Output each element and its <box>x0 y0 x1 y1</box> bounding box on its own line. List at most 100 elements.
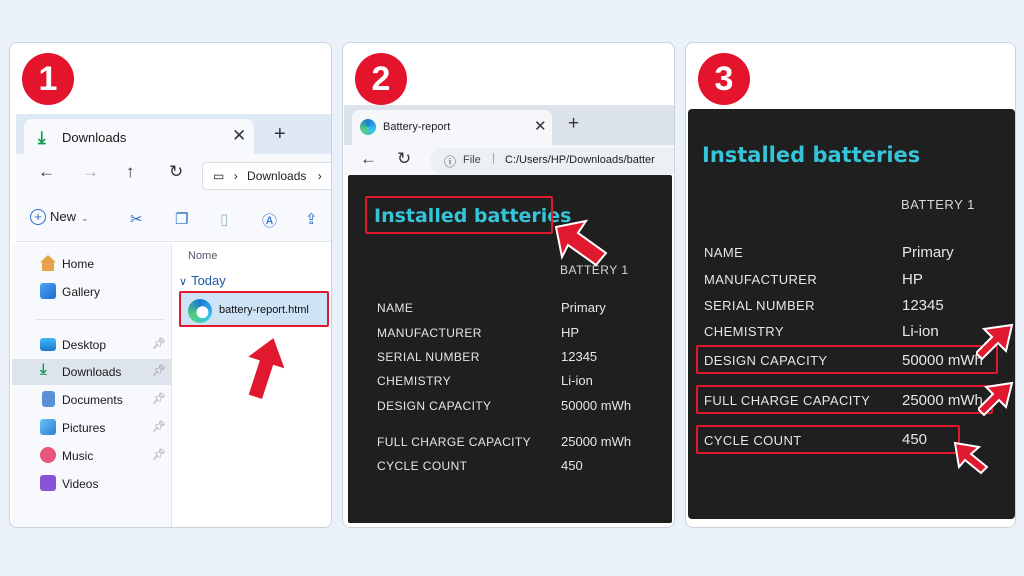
explorer-tab-bar: ⤓ Downloads ✕ + <box>16 114 331 154</box>
file-row-battery-report[interactable]: battery-report.html <box>179 291 329 327</box>
share-icon[interactable]: ⇪ <box>305 210 318 228</box>
sidebar-item-documents[interactable]: Documents 📌︎ <box>12 387 172 413</box>
new-label: New <box>50 209 77 224</box>
row-value-manufacturer: HP <box>561 325 580 340</box>
highlight-box <box>365 196 553 234</box>
sidebar-item-desktop[interactable]: Desktop 📌︎ <box>12 332 172 358</box>
sidebar-item-label: Videos <box>62 477 99 491</box>
edge-icon <box>188 299 212 323</box>
row-value-cycle-count: 450 <box>561 458 583 473</box>
chevron-down-icon: ⌄ <box>81 213 89 223</box>
rename-icon[interactable]: Ⓐ <box>262 210 277 231</box>
explorer-nav-bar: ← → ↑ ↻ ▭ › Downloads › <box>16 154 331 198</box>
pointer-arrow-icon <box>978 381 1014 417</box>
explorer-tab-downloads[interactable]: ⤓ Downloads ✕ <box>24 119 254 154</box>
step-badge-3: 3 <box>698 53 750 105</box>
info-icon: ⓘ <box>444 155 457 169</box>
row-label-manufacturer: MANUFACTURER <box>704 272 818 287</box>
sidebar-item-label: Gallery <box>62 285 101 299</box>
pin-icon[interactable]: 📌︎ <box>152 392 166 405</box>
back-arrow-icon[interactable]: ← <box>360 149 377 169</box>
browser-tab-bar: Battery-report ✕ + <box>344 105 674 145</box>
row-value-manufacturer: HP <box>902 271 923 288</box>
row-label-chemistry: CHEMISTRY <box>377 374 452 388</box>
paste-icon[interactable]: ▯ <box>220 210 228 228</box>
row-value-chemistry: Li-ion <box>561 373 593 388</box>
step-badge-1: 1 <box>22 53 74 105</box>
browser-nav-bar: ← ↻ ⓘ File | C:/Users/HP/Downloads/batte… <box>344 145 674 175</box>
row-label-name: NAME <box>377 301 414 315</box>
battery-column-header: BATTERY 1 <box>901 197 975 212</box>
close-icon[interactable]: ✕ <box>534 117 547 135</box>
pictures-icon <box>40 419 56 435</box>
forward-arrow-icon[interactable]: → <box>82 162 99 182</box>
sidebar-item-music[interactable]: Music 📌︎ <box>12 443 172 469</box>
monitor-icon: ▭ <box>213 169 225 183</box>
pointer-arrow-icon <box>554 219 608 267</box>
refresh-icon[interactable]: ↻ <box>397 149 411 169</box>
copy-icon[interactable]: ❐ <box>175 210 188 228</box>
sidebar-item-label: Pictures <box>62 421 106 435</box>
documents-icon <box>42 391 55 407</box>
up-arrow-icon[interactable]: ↑ <box>126 162 135 182</box>
pin-icon[interactable]: 📌︎ <box>152 337 166 350</box>
row-label-full-charge-capacity: FULL CHARGE CAPACITY <box>704 393 871 408</box>
chevron-down-icon: ∨ <box>179 276 188 288</box>
sidebar-item-home[interactable]: Home <box>12 251 172 277</box>
row-value-full-charge-capacity: 25000 mWh <box>902 392 983 409</box>
browser-tab-title: Battery-report <box>383 121 451 133</box>
address-location: Downloads <box>247 169 307 183</box>
new-tab-button[interactable]: + <box>568 113 579 135</box>
address-url: C:/Users/HP/Downloads/batter <box>505 154 655 166</box>
close-icon[interactable]: ✕ <box>232 126 246 146</box>
download-icon: ⤓ <box>38 128 46 147</box>
gallery-icon <box>40 283 56 299</box>
row-label-cycle-count: CYCLE COUNT <box>704 433 802 448</box>
sidebar-item-label: Documents <box>62 393 123 407</box>
row-value-cycle-count: 450 <box>902 431 928 448</box>
refresh-icon[interactable]: ↻ <box>169 162 183 182</box>
step-3-report-panel: 3 Installed batteries BATTERY 1 NAME Pri… <box>685 42 1016 528</box>
videos-icon <box>40 475 56 491</box>
browser-tab-battery-report[interactable]: Battery-report ✕ <box>352 110 552 145</box>
music-icon <box>40 447 56 463</box>
explorer-tab-title: Downloads <box>62 130 127 145</box>
address-scheme: File <box>463 154 481 166</box>
chevron-right-icon: › <box>233 169 238 183</box>
new-tab-button[interactable]: + <box>274 123 286 146</box>
downloads-icon: ⤓ <box>40 361 47 378</box>
pin-icon[interactable]: 📌︎ <box>152 364 166 377</box>
address-separator: | <box>492 152 495 164</box>
new-button[interactable]: + New ⌄ <box>30 209 89 225</box>
pin-icon[interactable]: 📌︎ <box>152 448 166 461</box>
row-label-name: NAME <box>704 245 744 260</box>
back-arrow-icon[interactable]: ← <box>38 162 55 182</box>
sidebar-divider <box>36 319 164 320</box>
step-1-file-explorer-panel: 1 ⤓ Downloads ✕ + ← → ↑ ↻ ▭ › Downloads … <box>9 42 332 528</box>
pin-icon[interactable]: 📌︎ <box>152 420 166 433</box>
column-header-name[interactable]: Nome <box>188 250 217 262</box>
sidebar-item-label: Downloads <box>62 365 122 379</box>
row-label-chemistry: CHEMISTRY <box>704 324 784 339</box>
explorer-toolbar: + New ⌄ ✂ ❐ ▯ Ⓐ ⇪ <box>16 198 331 242</box>
row-value-design-capacity: 50000 mWh <box>902 352 983 369</box>
sidebar-item-videos[interactable]: Videos <box>12 471 172 497</box>
sidebar-item-label: Home <box>62 257 95 271</box>
sidebar-item-downloads[interactable]: ⤓ Downloads 📌︎ <box>12 359 172 385</box>
chevron-right-icon: › <box>317 169 322 183</box>
sidebar-item-label: Music <box>62 449 94 463</box>
row-label-design-capacity: DESIGN CAPACITY <box>377 399 492 413</box>
pointer-arrow-icon <box>953 441 989 475</box>
cut-icon[interactable]: ✂ <box>130 210 143 228</box>
battery-report-page: Installed batteries BATTERY 1 NAME Prima… <box>348 175 672 523</box>
sidebar-item-pictures[interactable]: Pictures 📌︎ <box>12 415 172 441</box>
step-badge-2: 2 <box>355 53 407 105</box>
explorer-address-bar[interactable]: ▭ › Downloads › <box>202 162 331 190</box>
group-header-today[interactable]: ∨ Today <box>179 273 226 288</box>
edge-icon <box>360 119 376 135</box>
browser-address-bar[interactable]: ⓘ File | C:/Users/HP/Downloads/batter <box>430 148 674 174</box>
group-label: Today <box>191 273 226 288</box>
row-value-design-capacity: 50000 mWh <box>561 398 632 413</box>
row-value-chemistry: Li-ion <box>902 323 939 340</box>
sidebar-item-gallery[interactable]: Gallery <box>12 279 172 305</box>
